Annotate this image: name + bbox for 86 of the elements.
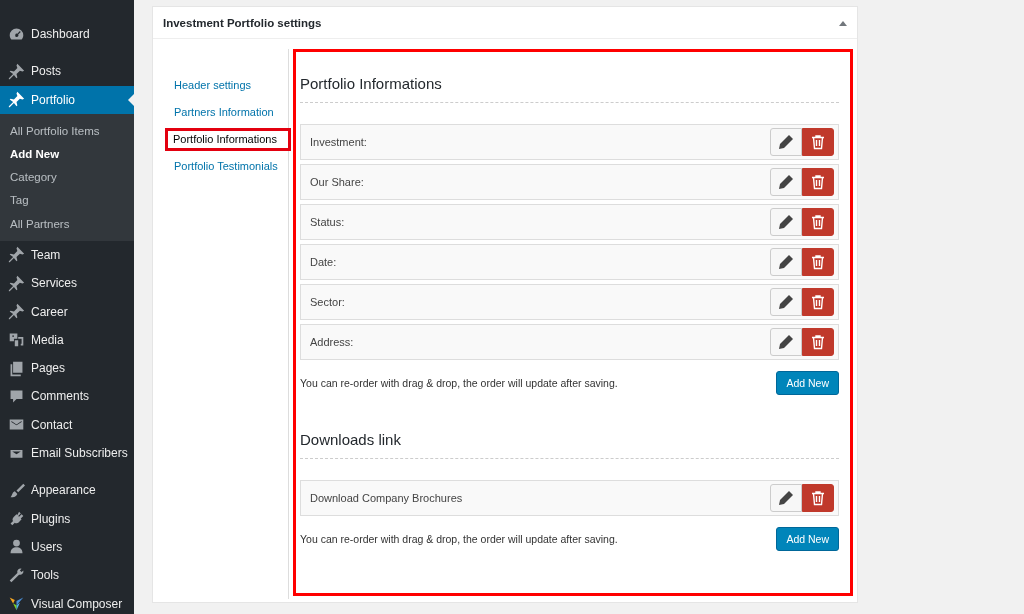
pencil-icon <box>778 134 794 150</box>
list-row[interactable]: Our Share: <box>300 164 839 200</box>
sidebar-item[interactable]: Contact <box>0 410 134 439</box>
delete-button[interactable] <box>802 128 834 156</box>
list-row[interactable]: Download Company Brochures <box>300 480 839 516</box>
pencil-icon <box>778 294 794 310</box>
media-icon <box>8 331 25 349</box>
wrench-icon <box>8 566 25 584</box>
add-new-button[interactable]: Add New <box>776 527 839 551</box>
sidebar-item[interactable]: Users <box>0 532 134 562</box>
submenu-item[interactable]: All Portfolio Items <box>0 119 134 144</box>
edit-button[interactable] <box>770 168 802 196</box>
pin-icon <box>8 303 25 321</box>
edit-button[interactable] <box>770 208 802 236</box>
submenu-item[interactable]: Category <box>0 166 134 190</box>
pencil-icon <box>778 334 794 350</box>
pages-icon <box>8 359 25 377</box>
plug-icon <box>8 510 25 528</box>
delete-button[interactable] <box>802 208 834 236</box>
trash-icon <box>810 490 826 506</box>
edit-button[interactable] <box>770 288 802 316</box>
edit-button[interactable] <box>770 128 802 156</box>
pencil-icon <box>778 254 794 270</box>
list-row[interactable]: Investment: <box>300 124 839 160</box>
list-row[interactable]: Date: <box>300 244 839 280</box>
pencil-icon <box>778 214 794 230</box>
trash-icon <box>810 174 826 190</box>
section-heading: Downloads link <box>300 431 839 459</box>
sidebar-item[interactable]: Team <box>0 240 134 270</box>
edit-button[interactable] <box>770 484 802 512</box>
delete-button[interactable] <box>802 168 834 196</box>
list-row[interactable]: Address: <box>300 324 839 360</box>
row-label: Sector: <box>310 296 345 308</box>
submenu-item[interactable]: Tag <box>0 189 134 213</box>
trash-icon <box>810 214 826 230</box>
trash-icon <box>810 254 826 270</box>
trash-icon <box>810 134 826 150</box>
sidebar-item[interactable]: Career <box>0 297 134 326</box>
sidebar-item[interactable]: Email Subscribers <box>0 438 134 468</box>
tab[interactable]: Portfolio Testimonials <box>153 153 288 180</box>
delete-button[interactable] <box>802 248 834 276</box>
user-icon <box>8 538 25 556</box>
list-row[interactable]: Status: <box>300 204 839 240</box>
sidebar-item[interactable]: Services <box>0 269 134 298</box>
row-label: Download Company Brochures <box>310 492 463 504</box>
sidebar-item[interactable]: Dashboard <box>0 20 134 49</box>
pencil-icon <box>778 490 794 506</box>
sidebar-item[interactable]: Tools <box>0 561 134 590</box>
sidebar-item[interactable]: Portfolio <box>0 85 134 114</box>
sidebar-item[interactable]: Visual Composer <box>0 589 134 614</box>
pin-icon <box>8 62 25 80</box>
edit-button[interactable] <box>770 328 802 356</box>
sidebar-item[interactable]: Appearance <box>0 476 134 505</box>
section-heading: Portfolio Informations <box>300 75 839 103</box>
pin-icon <box>8 274 25 292</box>
submenu-item[interactable]: Add New <box>0 143 134 167</box>
row-label: Date: <box>310 256 337 268</box>
row-label: Status: <box>310 216 345 228</box>
panel-title: Investment Portfolio settings <box>163 16 322 29</box>
add-new-button[interactable]: Add New <box>776 371 839 395</box>
row-label: Investment: <box>310 136 367 148</box>
tab[interactable]: Header settings <box>153 72 288 99</box>
sidebar-item[interactable]: Pages <box>0 354 134 383</box>
list-row[interactable]: Sector: <box>300 284 839 320</box>
help-text: You can re-order with drag & drop, the order will update after saving. <box>300 377 618 389</box>
row-label: Our Share: <box>310 176 364 188</box>
delete-button[interactable] <box>802 288 834 316</box>
tab[interactable]: Partners Information <box>153 99 288 126</box>
submenu-item[interactable]: All Partners <box>0 212 134 236</box>
pin-icon <box>8 91 25 109</box>
trash-icon <box>810 294 826 310</box>
delete-button[interactable] <box>802 328 834 356</box>
edit-button[interactable] <box>770 248 802 276</box>
pin-icon <box>8 246 25 264</box>
help-text: You can re-order with drag & drop, the order will update after saving. <box>300 533 618 545</box>
row-label: Address: <box>310 336 354 348</box>
brush-icon <box>8 481 25 499</box>
tab[interactable]: Portfolio Informations <box>165 128 291 151</box>
trash-icon <box>810 334 826 350</box>
pencil-icon <box>778 174 794 190</box>
sidebar-item[interactable]: Posts <box>0 57 134 86</box>
logo-icon <box>8 595 25 613</box>
sidebar-item[interactable]: Comments <box>0 382 134 411</box>
sidebar-item[interactable]: Media <box>0 325 134 354</box>
delete-button[interactable] <box>802 484 834 512</box>
sidebar-item[interactable]: Plugins <box>0 504 134 533</box>
